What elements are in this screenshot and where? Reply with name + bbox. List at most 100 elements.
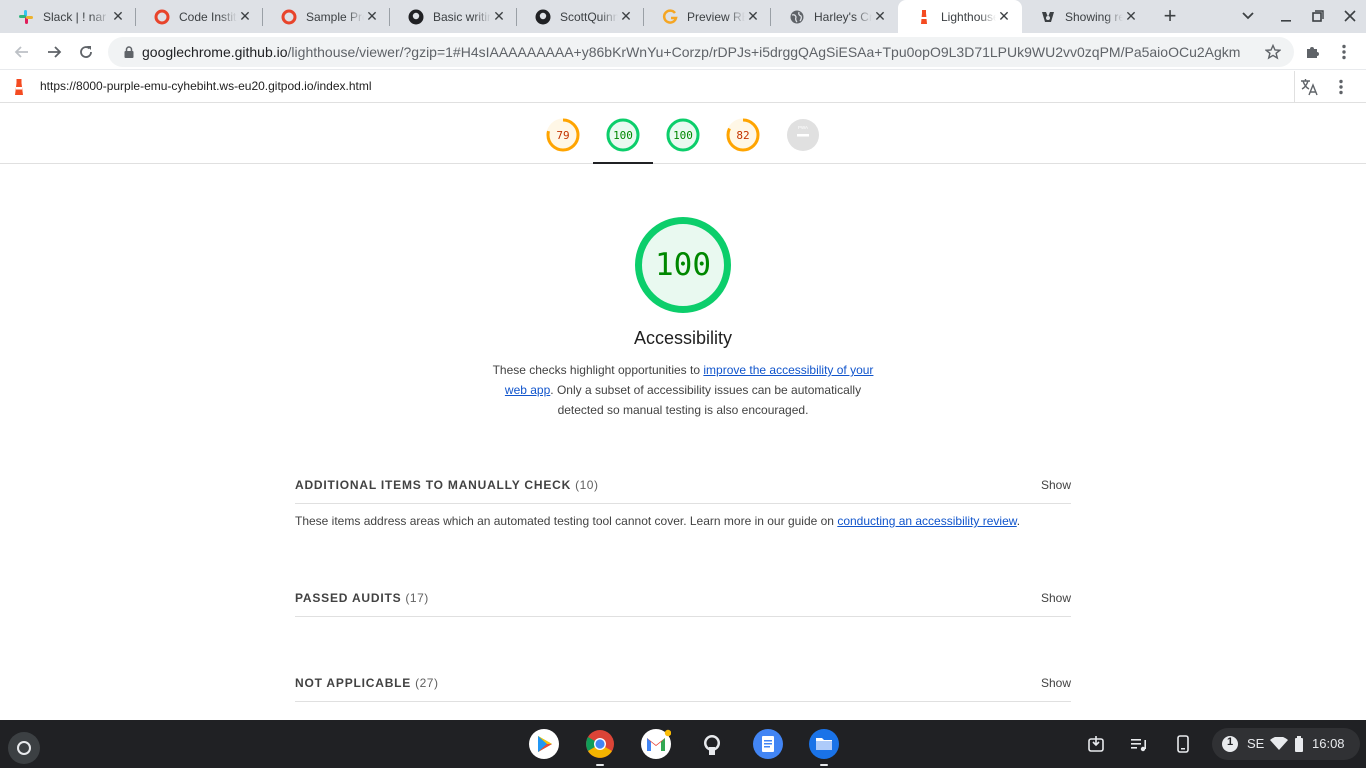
tab-title: Sample Pro: [306, 9, 364, 24]
report-content: 100 Accessibility These checks highlight…: [0, 164, 1366, 720]
tab-title: Code Institu: [179, 9, 237, 24]
score-header: 79 100 100 82 PWA: [0, 103, 1366, 164]
restore-icon[interactable]: [1306, 4, 1330, 28]
accessibility-big-gauge: 100: [634, 216, 732, 314]
pwa-label: PWA: [798, 125, 808, 130]
url-text[interactable]: googlechrome.github.io/lighthouse/viewer…: [142, 44, 1250, 60]
close-icon[interactable]: ✕: [491, 8, 507, 25]
group-title: Not applicable: [295, 676, 412, 690]
show-toggle[interactable]: Show: [1041, 478, 1071, 492]
group-count: (17): [405, 591, 429, 605]
tab-sample-project[interactable]: Sample Pro ✕: [263, 0, 390, 33]
launcher-icon[interactable]: [8, 732, 40, 764]
accessibility-score-gauge[interactable]: 100: [606, 118, 640, 152]
group-count: (10): [575, 478, 599, 492]
close-icon[interactable]: ✕: [996, 8, 1012, 25]
tab-title: Preview REA: [687, 9, 745, 24]
tab-title: Basic writin: [433, 9, 491, 24]
gmail-icon[interactable]: [640, 728, 672, 760]
pwa-badge[interactable]: PWA: [786, 118, 820, 152]
not-applicable-group[interactable]: Not applicable (27) Show: [295, 662, 1071, 702]
extensions-icon[interactable]: [1299, 39, 1325, 65]
phone-hub-icon[interactable]: [1171, 728, 1195, 760]
tab-strip: Slack | ! nar ✕ Code Institu ✕ Sample Pr…: [0, 0, 1366, 33]
close-icon[interactable]: ✕: [364, 8, 380, 25]
score-value: 82: [736, 128, 750, 142]
score-value: 79: [556, 128, 570, 142]
code-institute-icon: [281, 9, 297, 25]
tab-title: Harley's Cri: [814, 9, 872, 24]
close-icon[interactable]: ✕: [237, 8, 253, 25]
close-icon[interactable]: ✕: [110, 8, 126, 25]
show-toggle[interactable]: Show: [1041, 591, 1071, 605]
report-url-link[interactable]: https://8000-purple-emu-cyhebiht.ws-eu20…: [40, 79, 372, 93]
holding-space-icon[interactable]: [1084, 728, 1108, 760]
address-bar[interactable]: googlechrome.github.io/lighthouse/viewer…: [108, 37, 1294, 67]
accessibility-review-link[interactable]: conducting an accessibility review: [837, 514, 1016, 528]
tab-code-institute[interactable]: Code Institu ✕: [136, 0, 263, 33]
chrome-icon[interactable]: [584, 728, 616, 766]
github-icon: [408, 9, 424, 25]
minimize-icon[interactable]: [1274, 4, 1298, 28]
tab-scottquinn[interactable]: ScottQuinn ✕: [517, 0, 644, 33]
tools-menu-icon[interactable]: [1332, 76, 1350, 98]
performance-score-gauge[interactable]: 79: [546, 118, 580, 152]
back-icon[interactable]: [9, 39, 35, 65]
manual-check-group[interactable]: Additional items to manually check (10) S…: [295, 464, 1071, 504]
wifi-icon: [1270, 737, 1288, 750]
close-window-icon[interactable]: [1338, 4, 1362, 28]
new-tab-button[interactable]: +: [1158, 3, 1182, 28]
battery-icon: [1295, 736, 1303, 752]
browser-menu-icon[interactable]: [1331, 39, 1357, 65]
group-count: (27): [415, 676, 439, 690]
group-title: Additional items to manually check: [295, 478, 572, 492]
play-store-icon[interactable]: [528, 728, 560, 760]
tab-title: Lighthouse: [941, 9, 996, 24]
group-title: Passed audits: [295, 591, 402, 605]
tab-search-icon[interactable]: [1236, 4, 1260, 28]
files-icon[interactable]: [808, 728, 840, 766]
keyboard-locale: SE: [1247, 736, 1265, 751]
tab-title: ScottQuinn: [560, 9, 618, 24]
tab-title: Showing re: [1065, 9, 1123, 24]
tab-title: Slack | ! nar: [43, 9, 107, 24]
docs-icon[interactable]: [752, 728, 784, 760]
translate-icon[interactable]: [1298, 76, 1320, 98]
reload-icon[interactable]: [73, 39, 99, 65]
category-title: Accessibility: [633, 328, 733, 348]
close-icon[interactable]: ✕: [872, 8, 888, 25]
os-shelf: 1 SE 16:08: [0, 720, 1366, 768]
close-icon[interactable]: ✕: [618, 8, 634, 25]
lighthouse-topbar: https://8000-purple-emu-cyhebiht.ws-eu20…: [0, 71, 1366, 103]
bookmark-star-icon[interactable]: [1264, 43, 1282, 61]
forward-icon[interactable]: [41, 39, 67, 65]
best-practices-score-gauge[interactable]: 100: [666, 118, 700, 152]
tab-showing-results[interactable]: Showing re ✕: [1022, 0, 1149, 33]
category-description: These checks highlight opportunities to …: [492, 363, 874, 417]
close-icon[interactable]: ✕: [745, 8, 761, 25]
close-icon[interactable]: ✕: [1123, 8, 1139, 25]
show-toggle[interactable]: Show: [1041, 676, 1071, 690]
browser-toolbar: googlechrome.github.io/lighthouse/viewer…: [0, 33, 1366, 70]
globe-icon: [789, 9, 805, 25]
lock-icon[interactable]: [122, 45, 136, 59]
media-controls-icon[interactable]: [1127, 728, 1151, 760]
score-value: 100: [613, 128, 633, 142]
site-icon: [1040, 9, 1056, 25]
passed-audits-group[interactable]: Passed audits (17) Show: [295, 577, 1071, 617]
manual-check-description: These items address areas which an autom…: [295, 514, 1021, 528]
system-status-area[interactable]: 1 SE 16:08: [1212, 728, 1360, 760]
code-institute-icon: [154, 9, 170, 25]
score-value: 100: [673, 128, 693, 142]
notification-count: 1: [1227, 736, 1234, 748]
github-icon: [535, 9, 551, 25]
tab-slack[interactable]: Slack | ! nar ✕: [0, 0, 136, 33]
slack-icon: [18, 9, 34, 25]
github-icon[interactable]: [696, 728, 728, 760]
seo-score-gauge[interactable]: 82: [726, 118, 760, 152]
tab-lighthouse[interactable]: Lighthouse ✕: [898, 0, 1022, 33]
category-score: 100: [655, 247, 711, 283]
tab-basic-writing[interactable]: Basic writin ✕: [390, 0, 517, 33]
tab-preview-readme[interactable]: Preview REA ✕: [644, 0, 771, 33]
tab-harleys[interactable]: Harley's Cri ✕: [771, 0, 898, 33]
